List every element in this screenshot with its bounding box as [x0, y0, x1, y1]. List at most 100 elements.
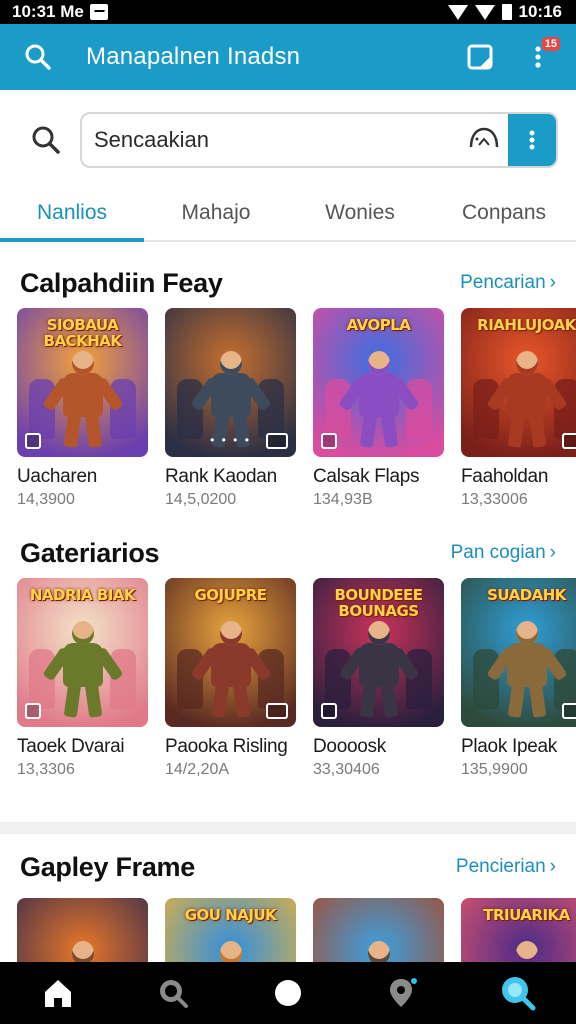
tab-bar: Nanlios Mahajo Wonies Conpans	[0, 186, 576, 242]
game-logo-text: NADRIA BIAK	[29, 586, 136, 604]
chevron-right-icon: ›	[549, 272, 556, 293]
edit-icon[interactable]	[460, 37, 500, 77]
game-download-count: 14,3900	[17, 491, 75, 508]
game-title: Uacharen	[17, 466, 97, 487]
search-icon[interactable]	[28, 122, 64, 158]
hero-character	[485, 621, 568, 718]
game-card[interactable]: SUADAHK Plaok Ipeak 135,9900	[461, 578, 576, 779]
game-download-count: 14,5,0200	[165, 491, 237, 508]
platform-badge-icon	[562, 703, 576, 719]
status-time-right: 10:16	[518, 2, 562, 21]
platform-badge-icon	[266, 433, 288, 449]
app-bar: Manapalnen Inadsn 15	[0, 24, 576, 90]
game-logo-text: GOJUPRE	[194, 586, 267, 604]
voice-search-icon[interactable]	[460, 116, 508, 164]
section-featured: Calpahdiin Feay Pencarian › SIOBAUA BACKH…	[0, 258, 576, 509]
platform-badge-icon	[25, 703, 41, 719]
hero-character	[189, 621, 272, 718]
hero-character	[41, 621, 124, 718]
section-see-more-link[interactable]: Pan cogian ›	[451, 542, 556, 564]
chevron-right-icon: ›	[549, 856, 556, 877]
platform-badge-icon	[321, 433, 337, 449]
game-thumbnail[interactable]: SUADAHK	[461, 578, 576, 727]
game-logo-text: TRIUARIKA	[483, 906, 570, 924]
game-card[interactable]: RIAHLUJOAK Faaholdan 13,33006	[461, 308, 576, 509]
bottom-navigation	[0, 962, 576, 1024]
status-time-left: 10:31 Me	[12, 2, 84, 21]
game-card[interactable]: • • • • Rank Kaodan 14,5,0200	[165, 308, 296, 509]
search-row	[0, 90, 576, 190]
notification-badge: 15	[541, 37, 560, 51]
game-download-count: 135,9900	[461, 761, 528, 778]
battery-icon	[501, 4, 512, 20]
tab-mahajo[interactable]: Mahajo	[144, 186, 288, 240]
search-icon[interactable]	[18, 37, 58, 77]
game-download-count: 134,93B	[313, 491, 373, 508]
tab-nanlios[interactable]: Nanlios	[0, 186, 144, 242]
game-thumbnail[interactable]: • • • •	[165, 308, 296, 457]
card-row: NADRIA BIAK Taoek Dvarai 13,3306 GOJUPRE Pao…	[0, 578, 576, 779]
section-divider	[0, 822, 576, 834]
section-title: Gateriarios	[20, 537, 160, 568]
game-card[interactable]: GOJUPRE Paooka Risling 14/2,20A	[165, 578, 296, 779]
game-download-count: 33,30406	[313, 761, 380, 778]
hero-character	[337, 621, 420, 718]
nav-search-icon[interactable]	[143, 963, 203, 1023]
game-title: Calsak Flaps	[313, 466, 420, 487]
game-thumbnail[interactable]: AVOPLA	[313, 308, 444, 457]
game-title: Paooka Risling	[165, 736, 288, 757]
section-see-more-link[interactable]: Pencarian ›	[460, 272, 556, 294]
game-thumbnail[interactable]: BOUNDEEE BOUNAGS	[313, 578, 444, 727]
app-title: Manapalnen Inadsn	[86, 43, 301, 70]
signal-icon	[474, 4, 495, 20]
wifi-icon	[447, 4, 468, 20]
game-card[interactable]: SIOBAUA BACKHAK Uacharen 14,3900	[17, 308, 148, 509]
search-options-button[interactable]	[508, 114, 556, 166]
game-title: Rank Kaodan	[165, 466, 277, 487]
game-thumbnail[interactable]: NADRIA BIAK	[17, 578, 148, 727]
game-logo-text: SIOBAUA BACKHAK	[43, 316, 122, 350]
game-title: Faaholdan	[461, 466, 549, 487]
game-download-count: 13,3306	[17, 761, 75, 778]
game-thumbnail[interactable]: GOJUPRE	[165, 578, 296, 727]
platform-badge-icon	[321, 703, 337, 719]
game-title: Doooosk	[313, 736, 386, 757]
section-see-more-link[interactable]: Pencierian ›	[456, 856, 556, 878]
nav-circle-icon[interactable]	[258, 963, 318, 1023]
hero-character	[485, 351, 568, 448]
search-input[interactable]	[82, 127, 460, 153]
notification-icon	[89, 4, 108, 20]
game-title: Taoek Dvarai	[17, 736, 125, 757]
game-logo-text: GOU NAJUK	[184, 906, 277, 924]
section-title: Calpahdiin Feay	[20, 267, 223, 298]
search-box	[80, 112, 558, 168]
game-card[interactable]: BOUNDEEE BOUNAGS Doooosk 33,30406	[313, 578, 444, 779]
game-logo-text: RIAHLUJOAK	[477, 316, 576, 334]
game-thumbnail[interactable]: RIAHLUJOAK	[461, 308, 576, 457]
game-download-count: 14/2,20A	[165, 761, 230, 778]
game-download-count: 13,33006	[461, 491, 528, 508]
hero-character	[337, 351, 420, 448]
game-card[interactable]: AVOPLA Calsak Flaps 134,93B	[313, 308, 444, 509]
game-logo-text: AVOPLA	[346, 316, 411, 334]
game-thumbnail[interactable]: SIOBAUA BACKHAK	[17, 308, 148, 457]
game-title: Plaok Ipeak	[461, 736, 557, 757]
section-title: Gapley Frame	[20, 851, 195, 882]
nav-discover-icon[interactable]	[488, 963, 548, 1023]
section-categories: Gateriarios Pan cogian › NADRIA BIAK Taoek…	[0, 528, 576, 779]
tab-wonies[interactable]: Wonies	[288, 186, 432, 240]
game-logo-text: SUADAHK	[487, 586, 566, 604]
game-logo-text: BOUNDEEE BOUNAGS	[334, 586, 423, 620]
platform-badge-icon	[266, 703, 288, 719]
tab-conpans[interactable]: Conpans	[432, 186, 576, 240]
hero-character	[41, 351, 124, 448]
status-bar: 10:31 Me 10:16	[0, 0, 576, 24]
platform-badge-icon	[562, 433, 576, 449]
platform-badge-icon	[25, 433, 41, 449]
chevron-right-icon: ›	[549, 542, 556, 563]
nav-home-icon[interactable]	[28, 963, 88, 1023]
overflow-menu-icon[interactable]: 15	[518, 37, 560, 77]
card-row: SIOBAUA BACKHAK Uacharen 14,3900 • • • • Ran…	[0, 308, 576, 509]
game-card[interactable]: NADRIA BIAK Taoek Dvarai 13,3306	[17, 578, 148, 779]
nav-location-icon[interactable]	[373, 963, 433, 1023]
